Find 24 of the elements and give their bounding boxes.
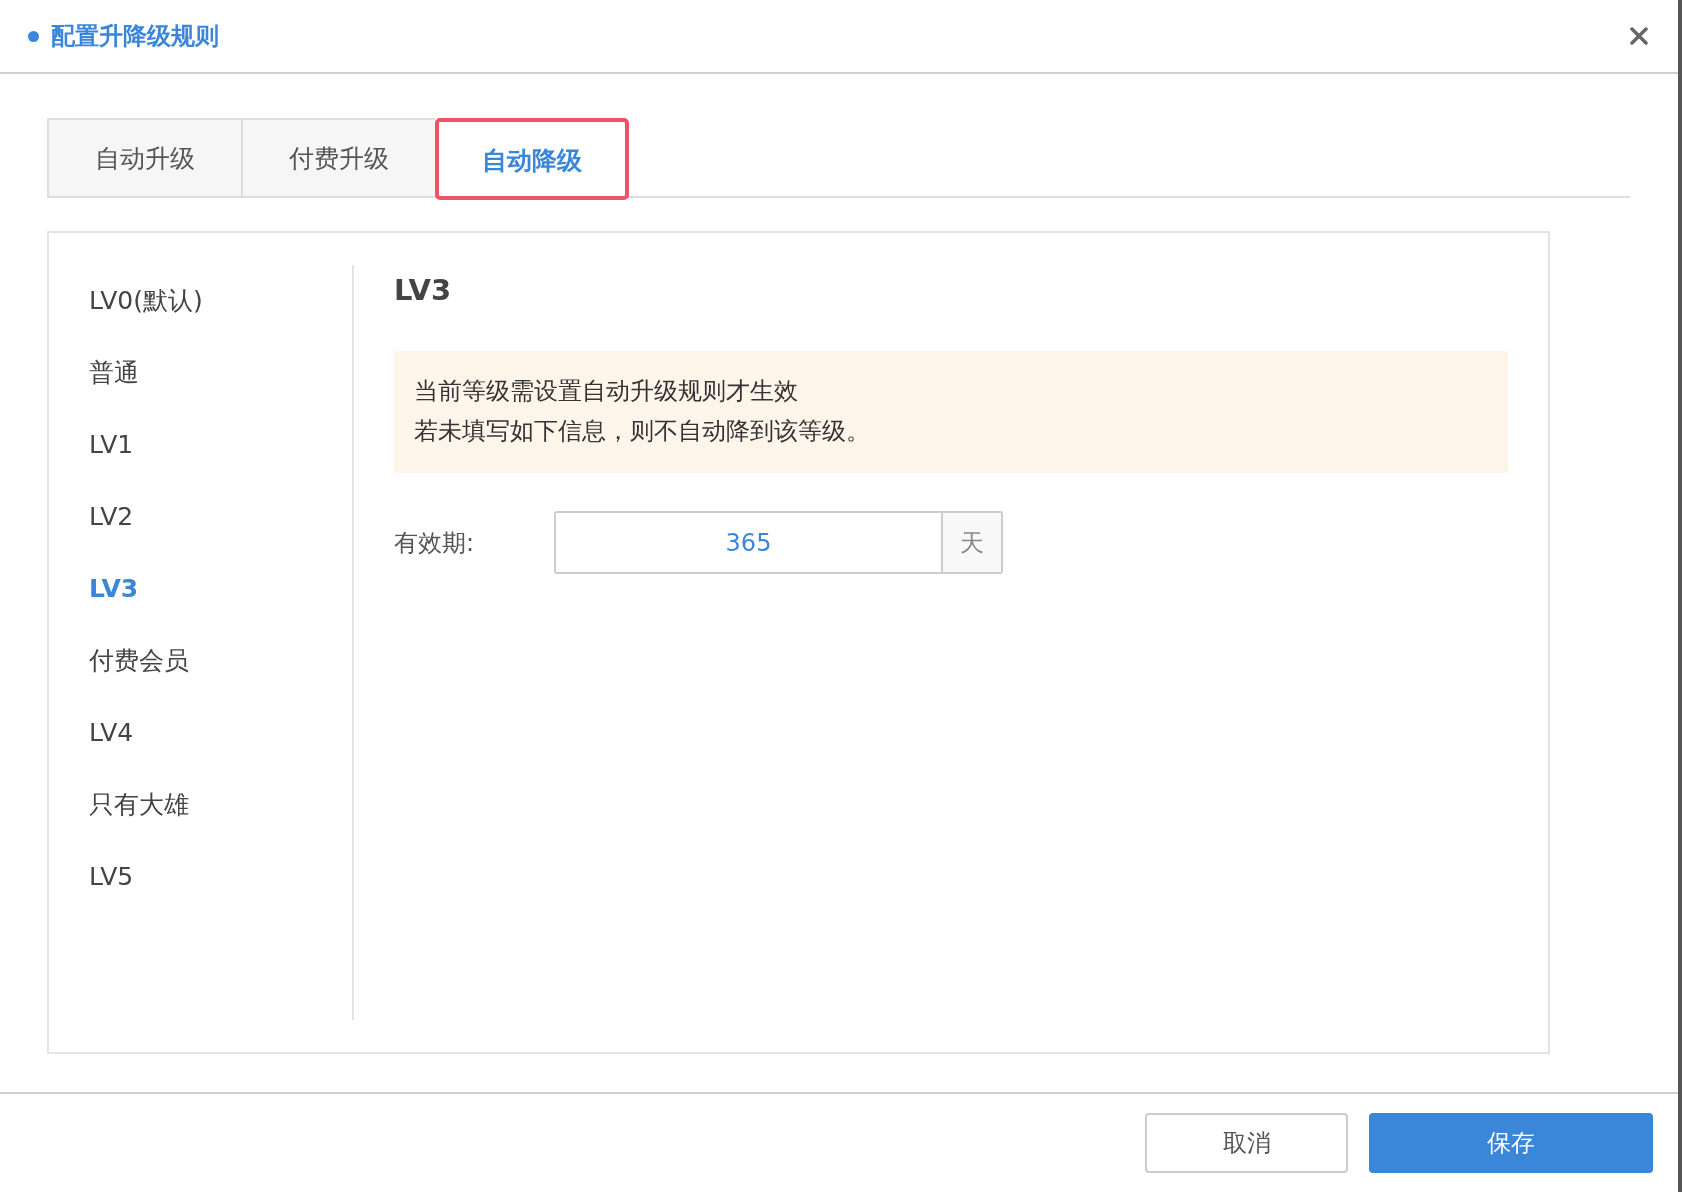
bullet-icon <box>28 30 39 42</box>
field-label: 有效期: <box>394 527 476 559</box>
tab[interactable]: 付费升级 <box>241 118 435 196</box>
close-icon[interactable] <box>1630 27 1648 45</box>
notice-text: 若未填写如下信息，则不自动降到该等级。 <box>414 416 871 447</box>
level-item[interactable]: 普通 <box>89 354 352 392</box>
notice-text: 当前等级需设置自动升级规则才生效 <box>414 376 799 407</box>
level-item[interactable]: 只有大雄 <box>89 786 352 824</box>
save-button[interactable]: 保存 <box>1369 1113 1653 1173</box>
level-item[interactable]: 付费会员 <box>89 642 352 680</box>
level-item[interactable]: LV1 <box>89 426 352 464</box>
unit-addon: 天 <box>941 513 1001 572</box>
tab[interactable]: 自动升级 <box>47 118 241 196</box>
tab[interactable]: 自动降级 <box>435 118 629 200</box>
field-value: 365 <box>724 527 773 559</box>
level-heading: LV3 <box>394 273 453 307</box>
level-item[interactable]: LV5 <box>89 858 352 896</box>
cancel-button[interactable]: 取消 <box>1145 1113 1348 1173</box>
dialog-title: 配置升降级规则 <box>51 21 220 52</box>
level-item[interactable]: LV0(默认) <box>89 282 352 320</box>
validity-field[interactable]: 365 天 <box>554 511 1003 574</box>
level-item[interactable]: LV4 <box>89 714 352 752</box>
level-item[interactable]: LV2 <box>89 498 352 536</box>
level-item[interactable]: LV3 <box>89 570 352 608</box>
